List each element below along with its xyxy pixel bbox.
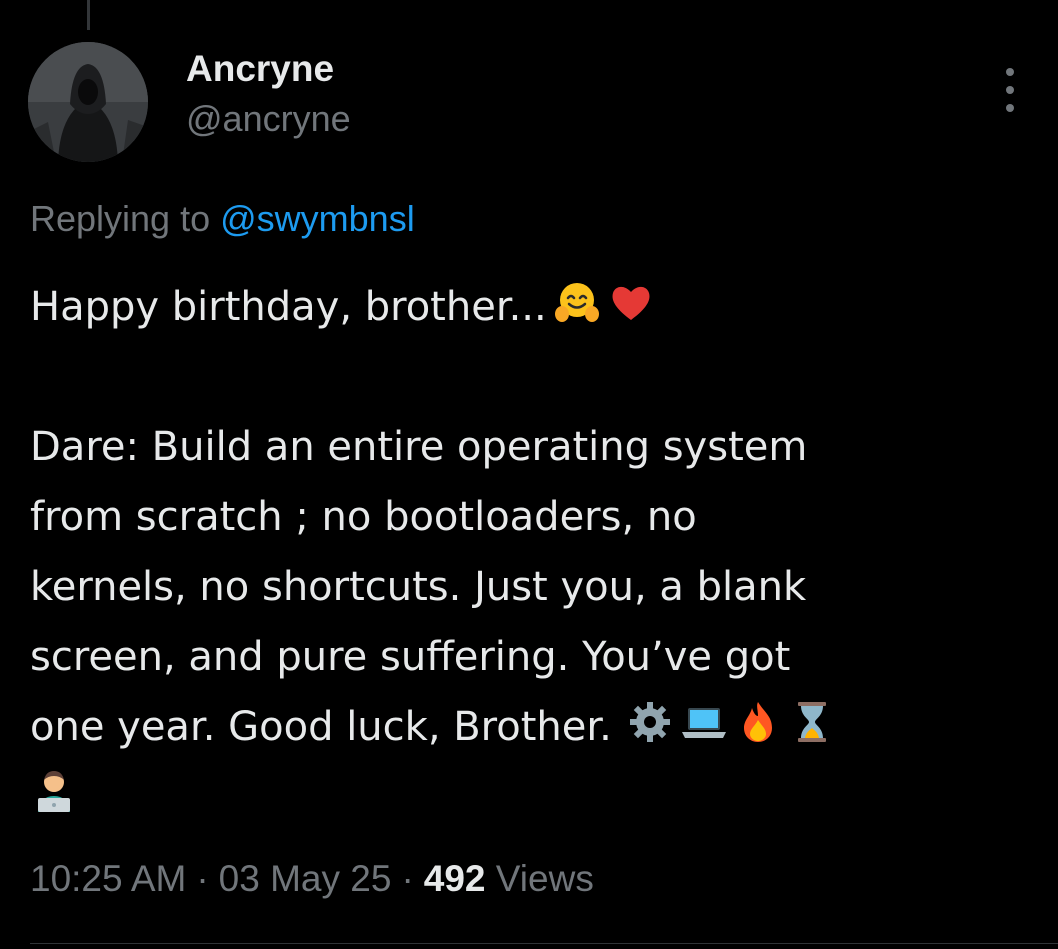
more-options-icon[interactable] bbox=[990, 68, 1030, 112]
divider bbox=[30, 943, 1058, 944]
tweet-time[interactable]: 10:25 AM bbox=[30, 858, 186, 899]
thread-connector-line bbox=[87, 0, 90, 30]
author-handle[interactable]: @ancryne bbox=[186, 96, 351, 142]
fire-emoji bbox=[734, 698, 782, 746]
tweet-meta: 10:25 AM · 03 May 25 · 492 Views bbox=[30, 854, 594, 904]
tweet-line-birthday: Happy birthday, brother... bbox=[30, 272, 1020, 342]
reply-prefix: Replying to bbox=[30, 198, 211, 239]
dare-line-1: Dare: Build an entire operating system bbox=[30, 424, 808, 470]
avatar[interactable] bbox=[28, 42, 148, 162]
reply-mention-link[interactable]: @swymbnsl bbox=[220, 198, 415, 239]
dare-line-5-text: one year. Good luck, Brother. bbox=[30, 704, 612, 750]
meta-separator: · bbox=[401, 858, 414, 899]
tweet-text: Happy birthday, brother... Dare: Build a… bbox=[30, 272, 1020, 832]
views-count[interactable]: 492 bbox=[424, 858, 486, 899]
birthday-text: Happy birthday, brother... bbox=[30, 284, 547, 330]
views-label: Views bbox=[495, 858, 594, 899]
technologist-emoji bbox=[30, 768, 78, 816]
dare-line-4: screen, and pure suffering. You’ve got bbox=[30, 634, 791, 680]
author-block: Ancryne @ancryne bbox=[186, 46, 351, 142]
hourglass-emoji bbox=[788, 698, 836, 746]
tweet-date[interactable]: 03 May 25 bbox=[219, 858, 392, 899]
author-display-name[interactable]: Ancryne bbox=[186, 46, 351, 92]
meta-separator: · bbox=[196, 858, 209, 899]
reply-context: Replying to @swymbnsl bbox=[30, 196, 415, 242]
dare-line-3: kernels, no shortcuts. Just you, a blank bbox=[30, 564, 807, 610]
red-heart-emoji bbox=[607, 278, 655, 326]
gear-emoji bbox=[626, 698, 674, 746]
avatar-image bbox=[28, 42, 148, 162]
laptop-emoji bbox=[680, 698, 728, 746]
dare-line-5: one year. Good luck, Brother. bbox=[30, 692, 1020, 762]
hugging-face-emoji bbox=[553, 278, 601, 326]
dare-line-6 bbox=[30, 762, 1020, 832]
dare-line-2: from scratch ; no bootloaders, no bbox=[30, 494, 697, 540]
tweet-container: Ancryne @ancryne Replying to @swymbnsl H… bbox=[0, 0, 1058, 949]
